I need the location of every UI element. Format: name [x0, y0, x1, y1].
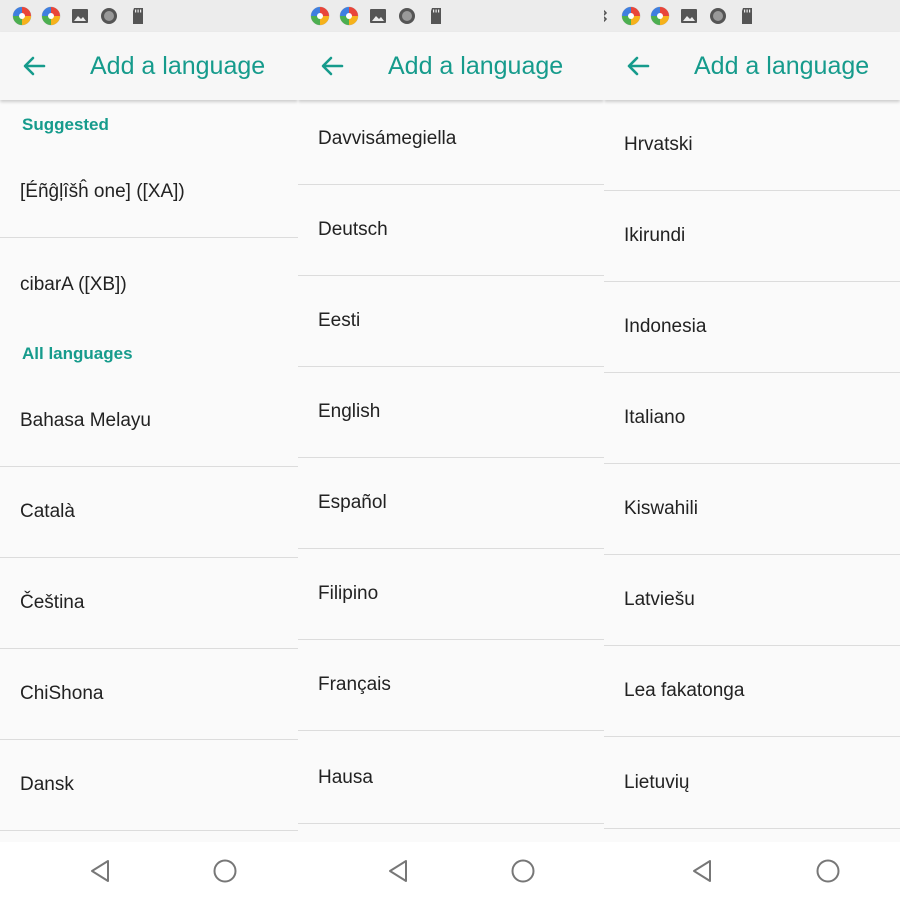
list-item-language[interactable]: Ikirundi	[604, 191, 900, 282]
status-icons	[310, 6, 446, 26]
page-title: Add a language	[694, 52, 870, 80]
app-bar: Add a language	[604, 32, 900, 100]
list-item-language[interactable]: Davvisámegiella	[298, 100, 604, 185]
multicolor-ball-icon	[12, 6, 32, 26]
nav-back-triangle-icon[interactable]	[386, 858, 410, 884]
list-item-language[interactable]: Dansk	[0, 740, 298, 831]
status-bar	[604, 0, 900, 32]
back-arrow-icon[interactable]	[622, 50, 654, 82]
sd-card-icon	[431, 8, 441, 24]
circle-record-icon	[101, 8, 117, 24]
list-item-language[interactable]: Català	[0, 467, 298, 558]
back-arrow-icon[interactable]	[316, 50, 348, 82]
image-icon	[681, 9, 697, 23]
list-item-label: Indonesia	[624, 316, 707, 337]
list-item-suggested-language[interactable]: cibarA ([XB])	[0, 239, 298, 330]
section-header-suggested: Suggested	[22, 115, 109, 134]
list-item-label: cibarA ([XB])	[20, 273, 127, 295]
list-item-label: [Éñĝļîšĥ one] ([XA])	[20, 181, 185, 202]
list-item-language[interactable]: Bahasa Melayu	[0, 376, 298, 467]
list-item-language[interactable]: Español	[298, 458, 604, 549]
multicolor-ball-icon	[650, 6, 670, 26]
list-item-language[interactable]: Filipino	[298, 549, 604, 640]
list-item-label: Español	[318, 492, 387, 513]
multicolor-ball-icon	[339, 6, 359, 26]
page-title: Add a language	[90, 52, 266, 80]
list-item-label: Hausa	[318, 767, 373, 788]
list-item-language[interactable]: Eesti	[298, 276, 604, 367]
nav-home-circle-icon[interactable]	[815, 858, 841, 884]
list-item-label: Français	[318, 674, 391, 695]
list-item-language[interactable]: Lea fakatonga	[604, 646, 900, 737]
list-item-language[interactable]: Français	[298, 640, 604, 731]
screen-panel-1: Add a language Suggested [Éñĝļîšĥ one] (…	[0, 0, 298, 900]
list-item-label: English	[318, 401, 381, 422]
navigation-bar	[0, 842, 298, 900]
list-item-language[interactable]: English	[298, 367, 604, 458]
multicolor-ball-icon	[621, 6, 641, 26]
page-title: Add a language	[388, 52, 564, 80]
image-icon	[370, 9, 386, 23]
list-item-label: Kiswahili	[624, 498, 698, 519]
list-item-label: Bahasa Melayu	[20, 410, 151, 431]
nav-home-circle-icon[interactable]	[510, 858, 536, 884]
sd-card-icon	[133, 8, 143, 24]
section-header-all-languages: All languages	[22, 344, 133, 363]
list-item-language[interactable]: Indonesia	[604, 282, 900, 373]
list-item-language[interactable]: Deutsch	[298, 185, 604, 276]
list-item-language[interactable]: ChiShona	[0, 649, 298, 740]
screenshot-collage: Add a language Suggested [Éñĝļîšĥ one] (…	[0, 0, 900, 900]
list-item-language[interactable]: Hrvatski	[604, 100, 900, 191]
screen-panel-3: Add a language Hrvatski Ikirundi Indones…	[604, 0, 900, 900]
nav-back-triangle-icon[interactable]	[88, 858, 112, 884]
list-item-label: ChiShona	[20, 683, 104, 704]
language-list: Davvisámegiella Deutsch Eesti English Es…	[298, 100, 604, 842]
multicolor-ball-icon	[310, 6, 330, 26]
app-bar: Add a language	[298, 32, 604, 100]
navigation-bar	[604, 842, 900, 900]
language-list: Hrvatski Ikirundi Indonesia Italiano Kis…	[604, 100, 900, 842]
list-item-language[interactable]: Čeština	[0, 558, 298, 649]
list-item-language[interactable]: Lietuvių	[604, 738, 900, 829]
sd-card-icon	[742, 8, 752, 24]
list-item-language[interactable]: Latviešu	[604, 555, 900, 646]
list-item-label: Dansk	[20, 774, 74, 795]
status-bar	[0, 0, 298, 32]
navigation-bar	[298, 842, 604, 900]
multicolor-ball-icon	[41, 6, 61, 26]
app-bar: Add a language	[0, 32, 298, 100]
back-arrow-icon[interactable]	[18, 50, 50, 82]
list-item-language[interactable]: Italiano	[604, 373, 900, 464]
screen-panel-2: Add a language Davvisámegiella Deutsch E…	[298, 0, 604, 900]
list-item-label: Català	[20, 501, 75, 522]
list-item-label: Deutsch	[318, 219, 388, 240]
list-item-label: Latviešu	[624, 589, 695, 610]
list-item-label: Davvisámegiella	[318, 128, 457, 149]
circle-record-icon	[710, 8, 726, 24]
circle-record-icon	[399, 8, 415, 24]
list-item-label: Hrvatski	[624, 134, 693, 155]
list-item-label: Lietuvių	[624, 772, 690, 793]
nav-home-circle-icon[interactable]	[212, 858, 238, 884]
list-item-language[interactable]: Hausa	[298, 733, 604, 824]
list-item-label: Eesti	[318, 310, 361, 331]
image-icon	[72, 9, 88, 23]
status-bar	[298, 0, 604, 32]
list-item-label: Filipino	[318, 583, 379, 604]
list-item-label: Ikirundi	[624, 225, 686, 246]
list-item-label: Čeština	[20, 592, 85, 613]
status-icons	[604, 6, 757, 26]
language-list: Suggested [Éñĝļîšĥ one] ([XA]) cibarA ([…	[0, 100, 298, 842]
list-item-label: Lea fakatonga	[624, 680, 745, 701]
nav-back-triangle-icon[interactable]	[690, 858, 714, 884]
bluetooth-icon	[604, 9, 607, 23]
list-item-label: Italiano	[624, 407, 686, 428]
status-icons	[12, 6, 148, 26]
list-item-suggested-language[interactable]: [Éñĝļîšĥ one] ([XA])	[0, 147, 298, 238]
list-item-language[interactable]: Kiswahili	[604, 464, 900, 555]
